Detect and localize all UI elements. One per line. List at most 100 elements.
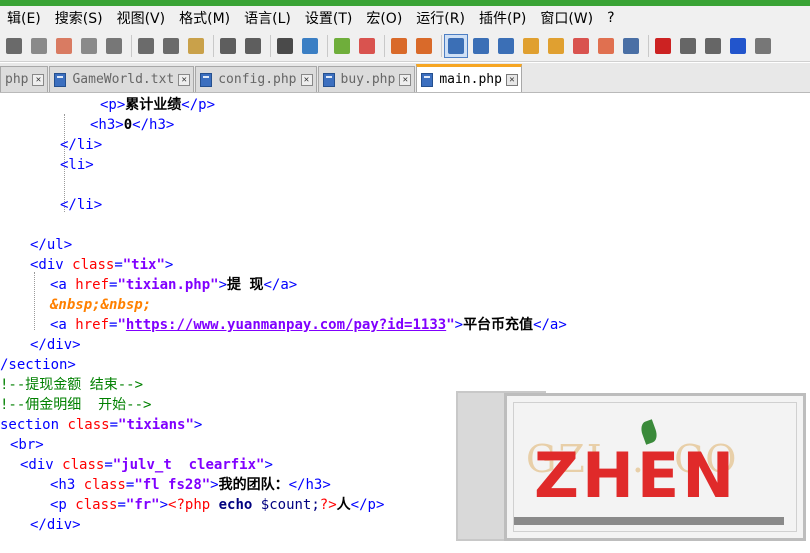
tab-buy-php[interactable]: buy.php ✕	[317, 66, 416, 92]
close-tab-icon[interactable]: ✕	[32, 73, 45, 86]
code-token: <li>	[60, 157, 94, 173]
open-file-button[interactable]	[28, 35, 50, 57]
tab-config-php[interactable]: config.php ✕	[195, 66, 317, 92]
show-all-chars-button[interactable]	[470, 35, 492, 57]
run-macro-multiple-button[interactable]	[727, 35, 749, 57]
tab-gameworld-txt[interactable]: GameWorld.txt ✕	[49, 66, 195, 92]
toolbar-separator	[327, 34, 328, 57]
code-line: <h3>0</h3>	[90, 115, 174, 135]
menu-item[interactable]: 视图(V)	[110, 8, 173, 28]
code-token: </a>	[263, 277, 298, 293]
menu-item[interactable]: 设置(T)	[298, 8, 359, 28]
code-line: !--佣金明细 开始-->	[0, 395, 151, 415]
code-token: "	[446, 317, 455, 333]
code-token: class	[75, 497, 118, 513]
toolbar-separator	[270, 34, 271, 57]
menu-item[interactable]: 插件(P)	[472, 8, 533, 28]
close-tab-icon[interactable]: ✕	[178, 73, 191, 86]
cut-button[interactable]	[135, 35, 157, 57]
code-token[interactable]: https://www.yuanmanpay.com/pay?id=1133	[126, 317, 446, 333]
code-token: >	[210, 477, 219, 493]
toolbar-separator	[213, 34, 214, 57]
doc-map-button[interactable]	[545, 35, 567, 57]
paste-button[interactable]	[185, 35, 207, 57]
code-token: <p>	[100, 97, 126, 113]
menu-item[interactable]: 运行(R)	[409, 8, 472, 28]
undo-icon	[220, 37, 236, 54]
word-wrap-button[interactable]	[444, 33, 468, 58]
code-token: <?php	[168, 497, 219, 513]
menu-item[interactable]: 窗口(W)	[533, 8, 600, 28]
record-macro-button[interactable]	[652, 35, 674, 57]
find-button[interactable]	[274, 35, 296, 57]
user-language-button[interactable]	[520, 35, 542, 57]
function-list-button[interactable]	[570, 35, 592, 57]
undo-button[interactable]	[217, 35, 239, 57]
indent-guide-icon	[498, 37, 514, 54]
code-token: <div	[20, 457, 63, 473]
code-token: >	[159, 497, 169, 513]
copy-icon	[163, 37, 179, 54]
code-line: section class="tixians">	[0, 415, 202, 435]
cut-icon	[138, 37, 154, 54]
code-token: </p>	[181, 97, 216, 113]
menu-item[interactable]: 辑(E)	[0, 8, 48, 28]
code-token: "tixians"	[118, 417, 194, 433]
menu-item[interactable]: 格式(M)	[172, 8, 237, 28]
code-line: </li>	[60, 135, 102, 155]
zoom-in-button[interactable]	[331, 35, 353, 57]
code-line: <div class="julv_t clearfix">	[20, 455, 273, 475]
print-button[interactable]	[103, 35, 125, 57]
sync-vertical-button[interactable]	[388, 35, 410, 57]
zoom-out-button[interactable]	[356, 35, 378, 57]
sync-horizontal-button[interactable]	[413, 35, 435, 57]
indent-guide-button[interactable]	[495, 35, 517, 57]
code-token: </ul>	[30, 237, 73, 253]
tab-php[interactable]: php ✕	[0, 66, 49, 92]
menu-item[interactable]: 语言(L)	[237, 8, 298, 28]
code-token: =	[104, 457, 113, 473]
user-language-icon	[523, 37, 539, 54]
code-line: <a href="https://www.yuanmanpay.com/pay?…	[50, 315, 567, 335]
toolbar-separator	[384, 34, 385, 57]
copy-button[interactable]	[160, 35, 182, 57]
save-macro-button[interactable]	[752, 35, 774, 57]
watermark-strip	[514, 517, 784, 525]
code-token: "tix"	[122, 257, 165, 273]
save-all-button[interactable]	[78, 35, 100, 57]
playback-macro-icon	[705, 37, 721, 54]
save-button[interactable]	[53, 35, 75, 57]
file-icon	[54, 72, 67, 87]
code-token: 人	[336, 497, 351, 513]
code-token: <h3	[50, 477, 84, 493]
menu-item[interactable]: 宏(O)	[359, 8, 409, 28]
redo-button[interactable]	[242, 35, 264, 57]
new-file-button[interactable]	[3, 35, 25, 57]
code-token: !--提现金额 结束-->	[0, 377, 144, 393]
print-icon	[106, 37, 122, 54]
tab-main-php[interactable]: main.php ✕	[416, 64, 522, 92]
folder-workspace-icon	[598, 37, 614, 54]
playback-macro-button[interactable]	[702, 35, 724, 57]
code-token: <a	[50, 277, 76, 293]
close-tab-icon[interactable]: ✕	[300, 73, 313, 86]
tab-label: GameWorld.txt	[72, 72, 175, 87]
redo-icon	[245, 37, 261, 54]
replace-button[interactable]	[299, 35, 321, 57]
menu-bar: 辑(E) 搜索(S) 视图(V) 格式(M) 语言(L) 设置(T) 宏(O) 运行(R) 插件…	[0, 6, 810, 30]
code-token: 0	[123, 117, 133, 133]
code-token: class	[67, 417, 110, 433]
code-token: &nbsp;&nbsp;	[50, 297, 152, 313]
close-tab-icon[interactable]: ✕	[505, 73, 518, 86]
toolbar	[0, 30, 810, 62]
menu-item[interactable]: 搜索(S)	[48, 8, 110, 28]
folder-workspace-button[interactable]	[595, 35, 617, 57]
monitoring-button[interactable]	[620, 35, 642, 57]
show-all-chars-icon	[473, 37, 489, 54]
stop-record-button[interactable]	[677, 35, 699, 57]
code-token: </p>	[350, 497, 385, 513]
code-token: section	[0, 417, 68, 433]
close-tab-icon[interactable]: ✕	[399, 73, 412, 86]
code-token: "fr"	[125, 497, 160, 513]
menu-item[interactable]: ?	[600, 10, 621, 26]
